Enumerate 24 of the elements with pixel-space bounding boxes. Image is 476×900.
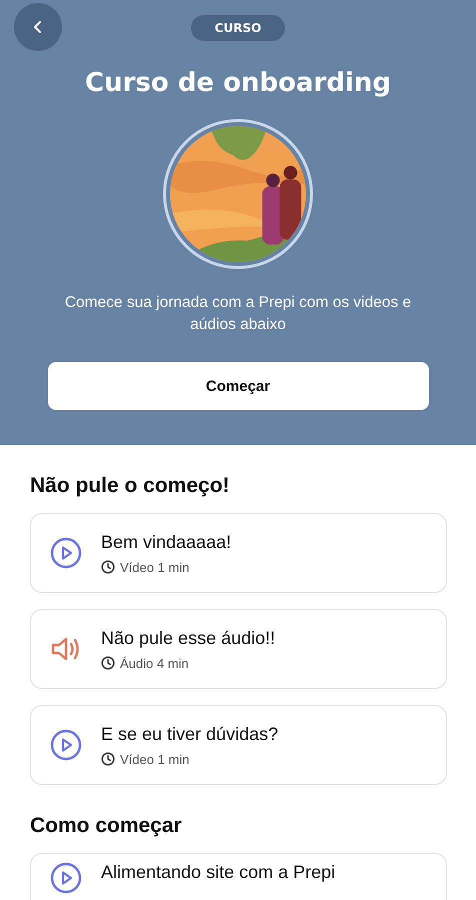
section-title: Como começar [30,813,183,839]
play-icon [50,537,82,569]
lesson-title: Bem vindaaaaa! [101,532,232,552]
lesson-duration: Vídeo 1 min [120,752,190,766]
clock-icon [101,656,115,670]
lesson-title: Alimentando site com a Prepi [101,862,336,883]
clock-icon [101,752,115,766]
back-button[interactable] [14,3,62,51]
start-button[interactable]: Começar [48,362,428,410]
lesson-card[interactable]: E se eu tiver dúvidas? Vídeo 1 min [30,705,447,785]
lesson-duration: Vídeo 1 min [120,560,190,574]
play-icon [50,862,82,894]
lesson-title: E se eu tiver dúvidas? [101,724,278,744]
lesson-card[interactable]: Não pule esse áudio!! Áudio 4 min [30,609,447,689]
clock-icon [101,560,115,574]
lesson-duration: Áudio 4 min [120,656,189,670]
course-title: Curso de onboarding [85,67,391,99]
play-icon [50,729,82,761]
category-badge: CURSO [190,15,286,41]
course-description: Comece sua jornada com a Prepi com os videos e aúdios abaixo [64,293,412,335]
lesson-card[interactable]: Alimentando site com a Prepi [30,853,447,900]
lesson-card[interactable]: Bem vindaaaaa! Vídeo 1 min [30,513,447,593]
section-title: Não pule o começo! [30,473,231,499]
lesson-title: Não pule esse áudio!! [101,628,276,648]
